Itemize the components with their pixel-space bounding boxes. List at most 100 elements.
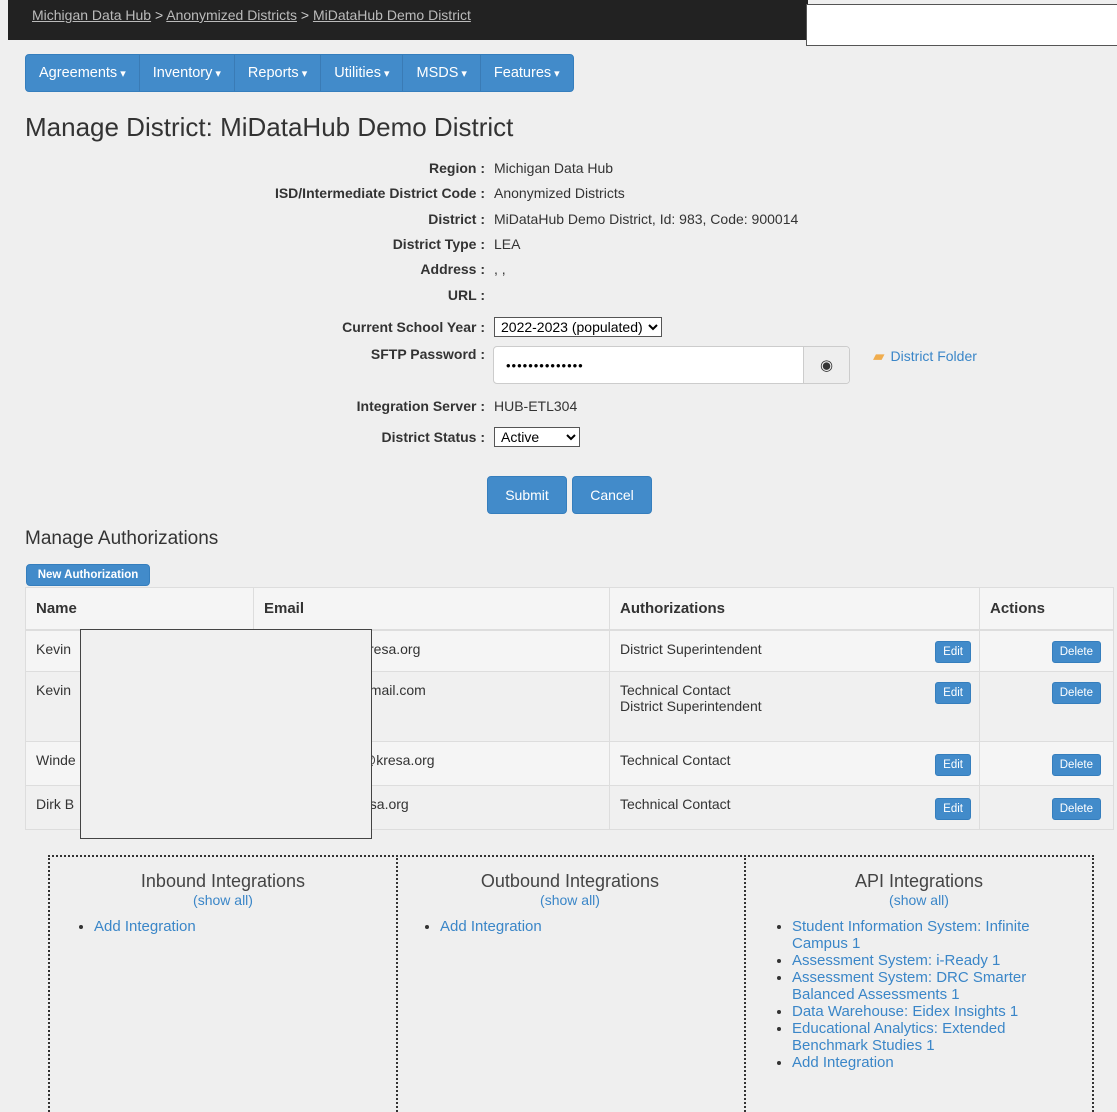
breadcrumb: Michigan Data Hub > Anonymized Districts…	[32, 7, 471, 23]
inbound-integrations-list: Add Integration	[50, 918, 396, 935]
add-integration-link[interactable]: Add Integration	[792, 1054, 894, 1071]
new-authorization-button[interactable]: New Authorization	[26, 564, 150, 586]
col-header-authorizations[interactable]: Authorizations	[609, 587, 980, 631]
delete-button[interactable]: Delete	[1051, 754, 1101, 776]
api-integrations-title: API Integrations	[854, 871, 984, 891]
edit-button[interactable]: Edit	[935, 640, 971, 663]
authorizations-heading: Manage Authorizations	[25, 528, 219, 549]
cancel-button[interactable]: Cancel	[572, 476, 652, 514]
school-year-select[interactable]: 2022-2023 (populated)	[494, 317, 662, 337]
list-item: Add Integration	[792, 1054, 1084, 1071]
authorization-text: District Superintendent	[620, 640, 762, 657]
address-value: , ,	[494, 261, 506, 277]
nav-label: Utilities	[334, 65, 381, 81]
cell-authorizations: Technical Contact Edit	[609, 741, 980, 786]
caret-down-icon: ▾	[120, 68, 126, 80]
breadcrumb-link-district[interactable]: MiDataHub Demo District	[313, 7, 471, 23]
breadcrumb-link-isd[interactable]: Anonymized Districts	[166, 7, 297, 23]
isd-value: Anonymized Districts	[494, 185, 625, 201]
main-nav: Agreements ▾ Inventory ▾ Reports ▾ Utilitie…	[25, 54, 574, 92]
nav-label: Inventory	[152, 65, 213, 81]
nav-msds[interactable]: MSDS ▾	[403, 55, 481, 91]
outbound-integrations-title: Outbound Integrations	[480, 871, 660, 891]
outbound-integrations-list: Add Integration	[396, 918, 744, 935]
cell-actions: Delete	[979, 785, 1114, 830]
eye-icon[interactable]: ◉	[803, 347, 849, 383]
redaction-box	[80, 629, 372, 839]
authorization-text: Technical Contact	[620, 752, 731, 768]
authorization-text: Technical Contact	[620, 796, 731, 812]
caret-down-icon: ▾	[383, 68, 390, 80]
delete-button[interactable]: Delete	[1051, 640, 1101, 663]
sftp-password-input[interactable]	[494, 347, 803, 383]
cell-actions: Delete	[979, 629, 1114, 672]
caret-down-icon: ▾	[461, 68, 467, 80]
edit-button[interactable]: Edit	[935, 798, 971, 820]
list-item: Assessment System: DRC Smarter Balanced …	[792, 969, 1084, 1003]
district-folder-link[interactable]: ▰ District Folder	[873, 347, 977, 365]
sftp-label: SFTP Password :	[370, 346, 485, 362]
district-label: District :	[428, 211, 485, 227]
nav-agreements[interactable]: Agreements ▾	[26, 55, 140, 91]
api-show-all-link[interactable]: (show all)	[746, 892, 1092, 908]
list-item: Data Warehouse: Eidex Insights 1	[792, 1003, 1084, 1020]
integration-link-drc[interactable]: Assessment System: DRC Smarter Balanced …	[792, 969, 1026, 1003]
col-header-name[interactable]: Name	[25, 587, 254, 631]
caret-down-icon: ▾	[301, 68, 308, 80]
caret-down-icon: ▾	[554, 68, 560, 80]
delete-button[interactable]: Delete	[1051, 798, 1101, 820]
authorization-text: District Superintendent	[620, 698, 762, 714]
list-item: Assessment System: i-Ready 1	[792, 952, 1084, 969]
district-status-label: District Status :	[381, 429, 485, 445]
nav-utilities[interactable]: Utilities ▾	[321, 55, 404, 91]
integration-link-benchmark[interactable]: Educational Analytics: Extended Benchmar…	[792, 1020, 1005, 1054]
district-type-value: LEA	[494, 236, 521, 252]
submit-button[interactable]: Submit	[487, 476, 567, 514]
nav-features[interactable]: Features ▾	[481, 55, 573, 91]
top-right-panel	[806, 4, 1117, 46]
outbound-show-all-link[interactable]: (show all)	[396, 892, 744, 908]
nav-reports[interactable]: Reports ▾	[235, 55, 322, 91]
district-value: MiDataHub Demo District, Id: 983, Code: …	[494, 211, 799, 227]
integration-link-iready[interactable]: Assessment System: i-Ready 1	[792, 952, 1000, 969]
nav-inventory[interactable]: Inventory ▾	[140, 55, 235, 91]
address-label: Address :	[420, 261, 485, 277]
isd-label: ISD/Intermediate District Code :	[274, 185, 485, 201]
api-integrations-list: Student Information System: Infinite Cam…	[746, 918, 1092, 1071]
integration-link-sis[interactable]: Student Information System: Infinite Cam…	[792, 918, 1030, 952]
district-folder-label: District Folder	[890, 348, 977, 364]
list-item: Add Integration	[440, 918, 744, 935]
breadcrumb-separator: >	[300, 7, 310, 23]
cell-authorizations: Technical Contact Edit	[609, 785, 980, 830]
add-integration-link[interactable]: Add Integration	[94, 918, 196, 935]
inbound-show-all-link[interactable]: (show all)	[50, 892, 396, 908]
integration-link-eidex[interactable]: Data Warehouse: Eidex Insights 1	[792, 1003, 1018, 1020]
api-integrations-panel: API Integrations (show all) Student Info…	[744, 855, 1094, 1112]
edit-button[interactable]: Edit	[935, 682, 971, 704]
integration-server-label: Integration Server :	[356, 398, 485, 414]
cell-actions: Delete	[979, 741, 1114, 786]
list-item: Educational Analytics: Extended Benchmar…	[792, 1020, 1084, 1054]
col-header-email[interactable]: Email	[253, 587, 610, 631]
sftp-password-group: ◉	[493, 346, 850, 384]
add-integration-link[interactable]: Add Integration	[440, 918, 542, 935]
top-bar: Michigan Data Hub > Anonymized Districts…	[8, 0, 808, 40]
district-status-select[interactable]: Active	[494, 427, 580, 447]
authorization-text: Technical Contact	[620, 682, 731, 698]
nav-label: Features	[493, 65, 552, 81]
nav-label: MSDS	[416, 65, 459, 81]
delete-button[interactable]: Delete	[1051, 682, 1101, 704]
folder-open-icon: ▰	[873, 348, 885, 365]
nav-label: Agreements	[39, 65, 118, 81]
breadcrumb-link-hub[interactable]: Michigan Data Hub	[32, 7, 151, 23]
region-label: Region :	[429, 160, 485, 176]
breadcrumb-separator: >	[154, 7, 164, 23]
inbound-integrations-panel: Inbound Integrations (show all) Add Inte…	[48, 855, 398, 1112]
edit-button[interactable]: Edit	[935, 754, 971, 776]
caret-down-icon: ▾	[215, 68, 221, 80]
district-type-label: District Type :	[392, 236, 485, 252]
cell-actions: Delete	[979, 671, 1114, 742]
page-title: Manage District: MiDataHub Demo District	[25, 112, 514, 142]
list-item: Student Information System: Infinite Cam…	[792, 918, 1084, 952]
outbound-integrations-panel: Outbound Integrations (show all) Add Int…	[396, 855, 746, 1112]
